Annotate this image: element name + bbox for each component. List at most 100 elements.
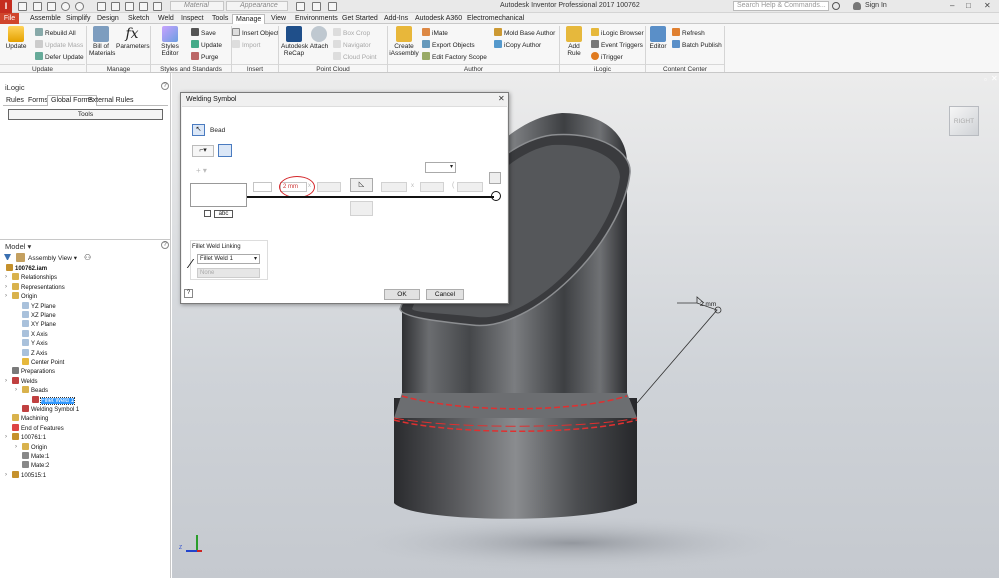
sign-in-link[interactable]: Sign In: [865, 2, 887, 9]
all-around-circle-icon[interactable]: [491, 191, 501, 201]
imate-button[interactable]: iMate: [422, 28, 448, 38]
bead-select-button[interactable]: ↖: [192, 124, 205, 136]
tab-inspect[interactable]: Inspect: [178, 14, 207, 24]
tree-expander[interactable]: ›: [5, 378, 10, 384]
tab-tools[interactable]: Tools: [209, 14, 231, 24]
cc-editor-button[interactable]: Editor: [648, 26, 668, 50]
purge-button[interactable]: Purge: [191, 52, 218, 62]
dialog-help-button[interactable]: ?: [184, 289, 193, 298]
abc-button[interactable]: abc: [214, 210, 233, 218]
filter-icon[interactable]: [4, 254, 11, 261]
fillet-weld-select[interactable]: Fillet Weld 1 ▾: [197, 254, 260, 264]
fillet-weld-symbol-button[interactable]: ◺: [350, 178, 373, 192]
appearance-dropdown[interactable]: Appearance: [226, 1, 288, 11]
create-iassembly-button[interactable]: Create iAssembly: [389, 26, 419, 57]
tab-manage[interactable]: Manage: [232, 14, 266, 24]
assembly-view-dropdown[interactable]: Assembly View ▾: [28, 254, 77, 262]
styles-editor-button[interactable]: Styles Editor: [152, 26, 188, 57]
tab-view[interactable]: View: [268, 14, 289, 24]
refresh-button[interactable]: Refresh: [672, 28, 705, 38]
clear-appearance-icon[interactable]: [296, 2, 305, 11]
reference-field[interactable]: [190, 183, 247, 207]
tree-expander[interactable]: ›: [15, 387, 20, 393]
minimize-button[interactable]: –: [950, 1, 954, 10]
measure-icon[interactable]: [111, 2, 120, 11]
plus-icon[interactable]: [328, 2, 337, 11]
tab-forms[interactable]: Forms: [28, 97, 48, 104]
print-icon[interactable]: [153, 2, 162, 11]
close-window-button[interactable]: ✕: [984, 1, 991, 10]
tab-rules[interactable]: Rules: [6, 97, 24, 104]
tail-button[interactable]: [489, 172, 501, 184]
tab-add-ins[interactable]: Add-Ins: [381, 14, 411, 24]
tree-node[interactable]: 100515:1: [12, 470, 46, 481]
redo-icon[interactable]: [75, 2, 84, 11]
identification-line-button[interactable]: [218, 144, 232, 157]
tab-simplify[interactable]: Simplify: [63, 14, 94, 24]
both-sides-checkbox[interactable]: [204, 210, 211, 217]
tree-expander[interactable]: ›: [15, 444, 20, 450]
tree-expander[interactable]: ›: [5, 472, 10, 478]
insert-object-button[interactable]: Insert Object: [232, 28, 279, 38]
staggered-dropdown[interactable]: ▾: [425, 162, 456, 173]
model-help-icon[interactable]: ?: [161, 241, 169, 249]
recap-button[interactable]: Autodesk ReCap: [281, 26, 308, 57]
update-icon[interactable]: [139, 2, 148, 11]
new-icon[interactable]: [18, 2, 27, 11]
tab-assemble[interactable]: Assemble: [27, 14, 64, 24]
tab-design[interactable]: Design: [94, 14, 122, 24]
dialog-close-button[interactable]: ✕: [498, 94, 505, 103]
tab-environments[interactable]: Environments: [292, 14, 341, 24]
tree-expander[interactable]: ›: [5, 434, 10, 440]
parameters-button[interactable]: fx Parameters: [116, 26, 150, 50]
select-icon[interactable]: [125, 2, 134, 11]
tab-electromechanical[interactable]: Electromechanical: [464, 14, 527, 24]
tab-external-rules[interactable]: External Rules: [88, 97, 134, 104]
ilogic-help-icon[interactable]: ?: [161, 82, 169, 90]
tree-expander[interactable]: ›: [5, 274, 10, 280]
defer-update-button[interactable]: Defer Update: [35, 52, 84, 62]
tools-button[interactable]: Tools: [8, 109, 163, 120]
batch-publish-button[interactable]: Batch Publish: [672, 40, 722, 50]
model-title[interactable]: Model ▾: [5, 242, 31, 251]
tab-get-started[interactable]: Get Started: [339, 14, 381, 24]
find-binoculars-icon[interactable]: ⚇: [84, 253, 91, 262]
edit-factory-scope-button[interactable]: Edit Factory Scope: [422, 52, 487, 62]
mold-base-author-button[interactable]: Mold Base Author: [494, 28, 555, 38]
icopy-author-button[interactable]: iCopy Author: [494, 40, 541, 50]
attach-button[interactable]: Attach: [309, 26, 329, 50]
material-dropdown[interactable]: Material: [170, 1, 224, 11]
cancel-button[interactable]: Cancel: [426, 289, 464, 300]
app-menu-button[interactable]: I: [0, 0, 12, 13]
add-rule-button[interactable]: Add Rule: [561, 26, 587, 57]
save-icon[interactable]: [47, 2, 56, 11]
weld-leader-line[interactable]: [636, 302, 718, 404]
event-triggers-button[interactable]: Event Triggers: [591, 40, 643, 50]
open-icon[interactable]: [33, 2, 42, 11]
tab-autodesk-a360[interactable]: Autodesk A360: [412, 14, 465, 24]
home-icon[interactable]: [97, 2, 106, 11]
undo-icon[interactable]: [61, 2, 70, 11]
leader-style-dropdown[interactable]: ⌐▾: [192, 145, 214, 157]
tree-expander[interactable]: ›: [5, 293, 10, 299]
styles-update-button[interactable]: Update: [191, 40, 222, 50]
search-icon[interactable]: [832, 2, 840, 10]
ok-button[interactable]: OK: [384, 289, 420, 300]
weld-size-annotation[interactable]: 2 mm: [700, 301, 716, 308]
prefix-field[interactable]: [253, 182, 272, 192]
tab-sketch[interactable]: Sketch: [125, 14, 152, 24]
viewport-close-button[interactable]: ✕: [991, 74, 998, 83]
rebuild-all-button[interactable]: Rebuild All: [35, 28, 76, 38]
bom-button[interactable]: Bill of Materials: [89, 26, 115, 57]
update-button[interactable]: Update: [4, 26, 28, 50]
tab-weld[interactable]: Weld: [155, 14, 177, 24]
ilogic-browser-button[interactable]: iLogic Browser: [591, 28, 644, 38]
styles-save-button[interactable]: Save: [191, 28, 216, 38]
tree-expander[interactable]: ›: [5, 284, 10, 290]
maximize-button[interactable]: □: [966, 1, 971, 10]
fx-icon[interactable]: [312, 2, 321, 11]
viewport-restore-button[interactable]: ▫: [984, 75, 987, 84]
help-search-input[interactable]: Search Help & Commands...: [733, 1, 829, 11]
viewcube[interactable]: RIGHT: [949, 106, 979, 136]
export-objects-button[interactable]: Export Objects: [422, 40, 475, 50]
